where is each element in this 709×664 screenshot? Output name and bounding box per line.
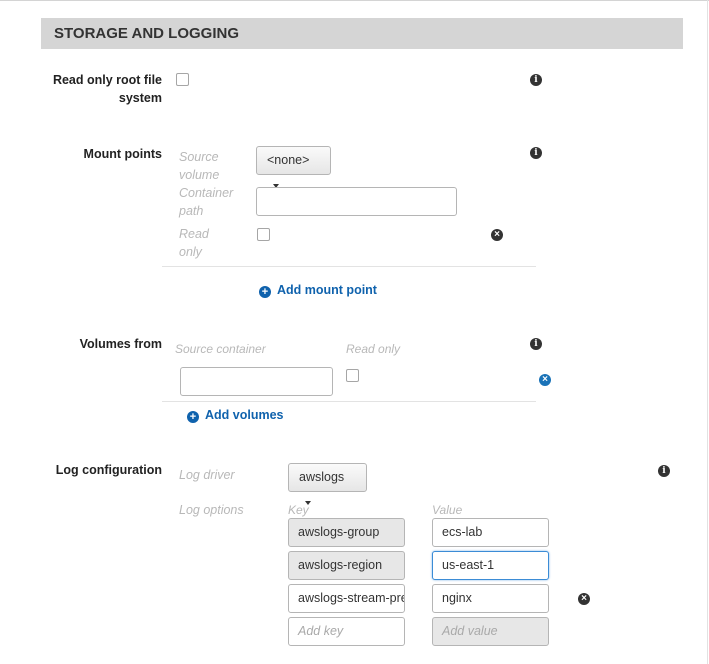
remove-icon[interactable]: × [539, 374, 551, 386]
log-option-key[interactable]: awslogs-stream-prefix [288, 584, 405, 613]
log-option-key: awslogs-group [288, 518, 405, 547]
volumes-read-only-header: Read only [346, 342, 401, 356]
plus-circle-icon: + [187, 411, 199, 423]
key-header: Key [288, 503, 309, 517]
volumes-read-only-checkbox[interactable] [346, 369, 359, 382]
new-key-input[interactable]: Add key [288, 617, 405, 646]
value-header: Value [432, 503, 463, 517]
add-mount-point-label: Add mount point [277, 283, 377, 297]
log-option-value[interactable]: nginx [432, 584, 549, 613]
divider [162, 401, 536, 402]
new-value-input: Add value [432, 617, 549, 646]
mount-read-only-label: Read only [179, 227, 209, 259]
add-volumes-button[interactable]: + Add volumes [187, 407, 284, 423]
source-volume-label: Source volume [179, 150, 220, 182]
new-key-placeholder: Add key [298, 624, 344, 638]
divider [162, 266, 536, 267]
mount-points-label: Mount points [83, 147, 162, 161]
info-icon[interactable]: i [658, 465, 670, 477]
log-option-value[interactable]: us-east-1 [432, 551, 549, 580]
source-volume-value: <none> [267, 153, 310, 167]
remove-icon[interactable]: × [491, 229, 503, 241]
top-border [0, 0, 709, 1]
log-option-key: awslogs-region [288, 551, 405, 580]
log-driver-value: awslogs [299, 470, 345, 484]
log-driver-label: Log driver [179, 468, 235, 482]
right-border [707, 0, 708, 664]
log-options-label: Log options [179, 503, 244, 517]
read-only-root-checkbox[interactable] [176, 73, 189, 86]
add-mount-point-button[interactable]: + Add mount point [259, 282, 377, 298]
log-option-value[interactable]: ecs-lab [432, 518, 549, 547]
add-volumes-label: Add volumes [205, 408, 284, 422]
log-configuration-label: Log configuration [55, 463, 162, 477]
remove-icon[interactable]: × [578, 593, 590, 605]
container-path-input[interactable] [256, 187, 457, 216]
new-value-placeholder: Add value [442, 624, 498, 638]
volumes-from-label: Volumes from [79, 337, 162, 351]
section-header: STORAGE AND LOGGING [41, 18, 683, 49]
info-icon[interactable]: i [530, 338, 542, 350]
read-only-root-label: Read only root file system [52, 73, 162, 105]
source-container-header: Source container [175, 342, 266, 356]
source-container-input[interactable] [180, 367, 333, 396]
plus-circle-icon: + [259, 286, 271, 298]
info-icon[interactable]: i [530, 74, 542, 86]
log-driver-select[interactable]: awslogs [288, 463, 367, 505]
info-icon[interactable]: i [530, 147, 542, 159]
container-path-label: Container path [179, 186, 234, 218]
mount-read-only-checkbox[interactable] [257, 228, 270, 241]
source-volume-select[interactable]: <none> [256, 146, 331, 188]
